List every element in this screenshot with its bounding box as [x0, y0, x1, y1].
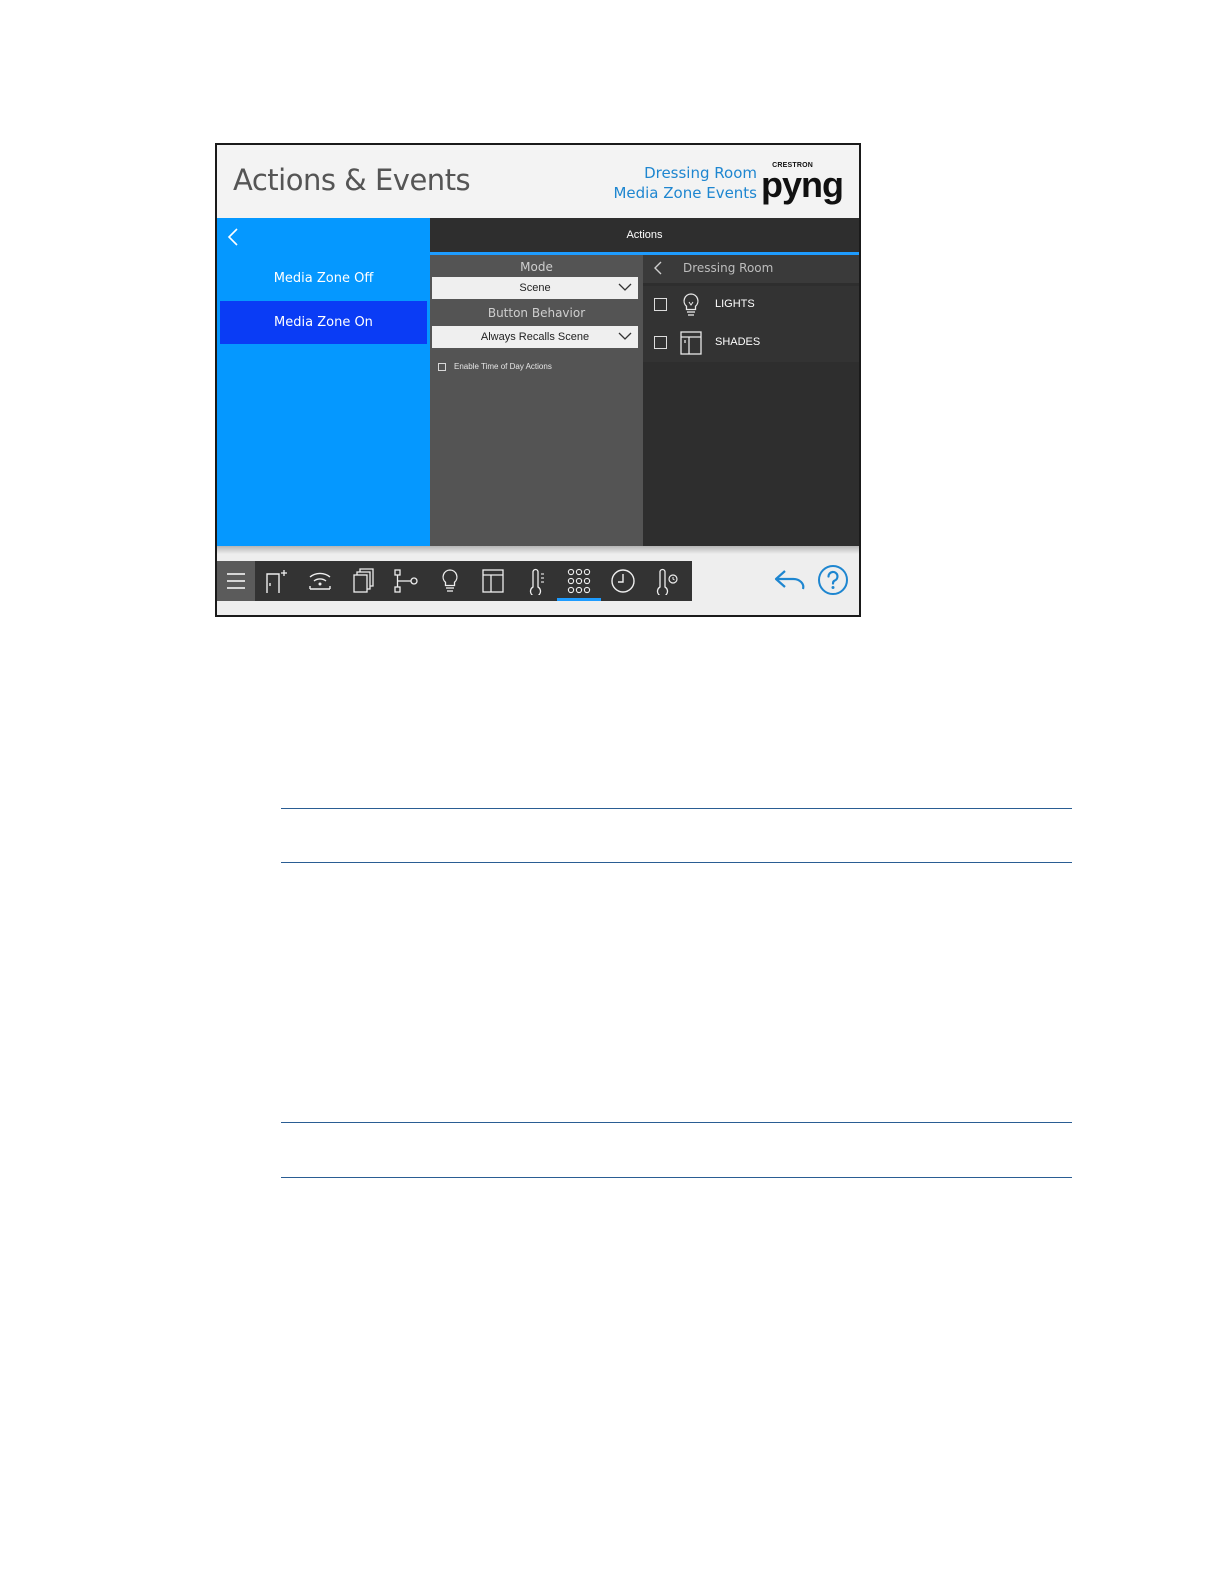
divider-rule — [281, 808, 1072, 809]
time-of-day-checkbox[interactable] — [438, 362, 446, 371]
shades-label: SHADES — [715, 336, 761, 348]
chevron-down-icon — [618, 332, 632, 340]
page-title: Actions & Events — [233, 163, 471, 197]
undo-icon[interactable] — [773, 565, 807, 595]
room-name: Dressing Room — [644, 164, 757, 182]
event-item-media-zone-off[interactable]: Media Zone Off — [220, 257, 427, 300]
button-behavior-dropdown[interactable]: Always Recalls Scene — [432, 326, 638, 348]
mode-label: Mode — [520, 260, 553, 274]
load-row-shades[interactable]: SHADES — [643, 324, 859, 362]
event-group-name: Media Zone Events — [613, 184, 757, 202]
wifi-device-icon[interactable] — [305, 567, 335, 595]
keypad-icon[interactable] — [564, 567, 594, 595]
event-item-media-zone-on[interactable]: Media Zone On — [220, 301, 427, 344]
menu-icon — [227, 573, 245, 589]
back-arrow-icon[interactable] — [226, 226, 240, 248]
tab-actions[interactable]: Actions — [430, 218, 859, 255]
scenes-icon[interactable] — [348, 567, 378, 595]
load-row-lights[interactable]: LIGHTS — [643, 286, 859, 324]
active-tab-indicator — [557, 598, 601, 601]
menu-button[interactable] — [217, 561, 255, 601]
connections-icon[interactable] — [391, 567, 421, 595]
lightbulb-icon — [683, 293, 699, 316]
lights-checkbox[interactable] — [654, 298, 667, 311]
panel-shadow — [217, 546, 859, 554]
bottom-toolbar — [217, 561, 692, 601]
clock-icon[interactable] — [608, 567, 638, 595]
divider-rule — [281, 862, 1072, 863]
chevron-down-icon — [618, 283, 632, 291]
time-of-day-option[interactable]: Enable Time of Day Actions — [438, 362, 552, 371]
button-behavior-value: Always Recalls Scene — [480, 331, 590, 343]
lights-label: LIGHTS — [715, 298, 755, 310]
shades-checkbox[interactable] — [654, 336, 667, 349]
loads-header: Dressing Room — [643, 253, 859, 283]
back-arrow-icon[interactable] — [653, 261, 663, 275]
divider-rule — [281, 1122, 1072, 1123]
thermostat-icon[interactable] — [521, 567, 551, 595]
event-list-panel: Media Zone Off Media Zone On — [217, 218, 430, 546]
shade-icon — [680, 331, 702, 355]
shade-icon[interactable] — [478, 567, 508, 595]
crestron-pyng-logo: CRESTRON pyng — [761, 162, 844, 205]
temperature-sensor-icon[interactable] — [651, 567, 681, 595]
mode-value: Scene — [519, 282, 551, 294]
lightbulb-icon[interactable] — [435, 567, 465, 595]
help-icon[interactable] — [817, 564, 849, 596]
event-settings-panel: Mode Scene Button Behavior Always Recall… — [430, 218, 643, 546]
logo-word: pyng — [761, 164, 844, 205]
door-add-icon[interactable] — [261, 567, 291, 595]
button-behavior-label: Button Behavior — [487, 306, 586, 320]
screenshot-frame: Actions & Events Dressing Room Media Zon… — [215, 143, 861, 617]
app-header: Actions & Events Dressing Room Media Zon… — [217, 145, 859, 218]
divider-rule — [281, 1177, 1072, 1178]
loads-panel: Dressing Room LIGHTS SHADES — [643, 218, 859, 546]
time-of-day-label: Enable Time of Day Actions — [454, 362, 552, 371]
context-label: Dressing Room Media Zone Events — [613, 163, 757, 203]
loads-room-title: Dressing Room — [683, 261, 774, 275]
mode-dropdown[interactable]: Scene — [432, 277, 638, 299]
